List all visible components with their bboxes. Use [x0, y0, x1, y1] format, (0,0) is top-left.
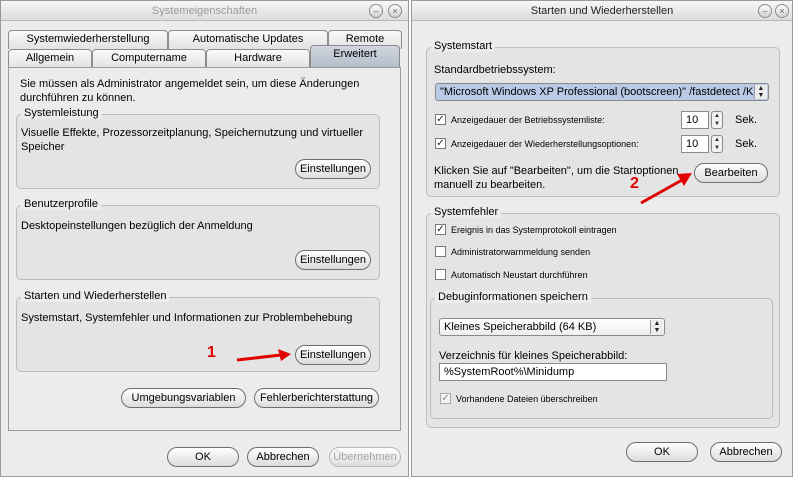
tab-system-restore[interactable]: Systemwiederherstellung [8, 30, 168, 49]
log-event-label: Ereignis in das Systemprotokoll eintrage… [451, 225, 617, 235]
advanced-tab-pane: Sie müssen als Administrator angemeldet … [8, 67, 401, 431]
environment-variables-button[interactable]: Umgebungsvariablen [121, 388, 246, 408]
recovery-unit: Sek. [735, 138, 758, 150]
dump-dir-input[interactable]: %SystemRoot%\Minidump [439, 363, 667, 381]
startup-recovery-legend: Starten und Wiederherstellen [21, 290, 170, 302]
system-failure-legend: Systemfehler [431, 206, 502, 218]
os-list-spinner[interactable]: ▲ ▼ [711, 111, 723, 129]
tab-general[interactable]: Allgemein [8, 49, 92, 68]
performance-settings-button[interactable]: Einstellungen [295, 159, 371, 179]
overwrite-label: Vorhandene Dateien überschreiben [456, 394, 598, 404]
send-alert-label: Administratorwarnmeldung senden [451, 247, 591, 257]
system-properties-window: Systemeigenschaften – × Systemwiederhers… [0, 0, 409, 477]
os-list-unit: Sek. [735, 114, 758, 126]
system-start-group: Systemstart Standardbetriebssystem: "Mic… [426, 40, 780, 197]
dump-dir-label: Verzeichnis für kleines Speicherabbild: [439, 350, 628, 362]
performance-desc-line1: Visuelle Effekte, Prozessorzeitplanung, … [21, 127, 364, 139]
tab-row-front: Allgemein Computername Hardware Erweiter… [8, 45, 402, 68]
ok-button[interactable]: OK [626, 442, 698, 462]
apply-button[interactable]: Übernehmen [329, 447, 401, 467]
user-profiles-settings-button[interactable]: Einstellungen [295, 250, 371, 270]
marker-1: 1 [207, 344, 216, 361]
minimize-icon[interactable]: – [758, 4, 772, 18]
tab-advanced[interactable]: Erweitert [310, 45, 400, 68]
startup-recovery-settings-button[interactable]: Einstellungen [295, 345, 371, 365]
debug-info-group: Debuginformationen speichern Kleines Spe… [430, 291, 773, 419]
system-start-legend: Systemstart [431, 40, 496, 52]
os-list-label: Anzeigedauer der Betriebssystemliste: [451, 115, 605, 125]
user-profiles-group: Benutzerprofile Desktopeinstellungen bez… [16, 198, 380, 280]
admin-note-line1: Sie müssen als Administrator angemeldet … [20, 78, 360, 90]
error-reporting-button[interactable]: Fehlerberichterstattung [254, 388, 379, 408]
recovery-spinner[interactable]: ▲ ▼ [711, 135, 723, 153]
tab-computer-name[interactable]: Computername [92, 49, 206, 68]
close-icon[interactable]: × [388, 4, 402, 18]
chevron-updown-icon: ▲ ▼ [650, 320, 663, 334]
performance-desc-line2: Speicher [21, 141, 65, 153]
startup-recovery-window: Starten und Wiederherstellen – × Systems… [411, 0, 793, 477]
auto-restart-label: Automatisch Neustart durchführen [451, 270, 588, 280]
window-title: Systemeigenschaften [1, 1, 408, 21]
dump-type-select[interactable]: Kleines Speicherabbild (64 KB) ▲ ▼ [439, 318, 665, 336]
startup-recovery-desc: Systemstart, Systemfehler und Informatio… [21, 312, 353, 324]
overwrite-checkbox[interactable]: ✓ [440, 393, 451, 404]
tab-hardware[interactable]: Hardware [206, 49, 310, 68]
dump-type-value: Kleines Speicherabbild (64 KB) [444, 321, 597, 333]
performance-legend: Systemleistung [21, 107, 102, 119]
ok-button[interactable]: OK [167, 447, 239, 467]
edit-button[interactable]: Bearbeiten [694, 163, 768, 183]
recovery-options-checkbox[interactable]: ✓ [435, 138, 446, 149]
recovery-options-label: Anzeigedauer der Wiederherstellungsoptio… [451, 139, 639, 149]
minimize-icon[interactable]: – [369, 4, 383, 18]
debug-info-legend: Debuginformationen speichern [435, 291, 591, 303]
default-os-value: "Microsoft Windows XP Professional (boot… [440, 86, 761, 98]
default-os-select[interactable]: "Microsoft Windows XP Professional (boot… [435, 83, 769, 101]
cancel-button[interactable]: Abbrechen [247, 447, 319, 467]
default-os-label: Standardbetriebssystem: [434, 64, 556, 76]
recovery-seconds-input[interactable]: 10 [681, 135, 709, 153]
chevron-updown-icon: ▲ ▼ [754, 85, 767, 99]
edit-hint-line2: manuell zu bearbeiten. [434, 179, 546, 191]
log-event-checkbox[interactable]: ✓ [435, 224, 446, 235]
red-arrow-icon [236, 349, 291, 362]
red-arrow-icon [640, 173, 692, 205]
close-icon[interactable]: × [775, 4, 789, 18]
user-profiles-desc: Desktopeinstellungen bezüglich der Anmel… [21, 220, 253, 232]
send-alert-checkbox[interactable] [435, 246, 446, 257]
admin-note-line2: durchführen zu können. [20, 92, 136, 104]
cancel-button[interactable]: Abbrechen [710, 442, 782, 462]
performance-group: Systemleistung Visuelle Effekte, Prozess… [16, 107, 380, 189]
user-profiles-legend: Benutzerprofile [21, 198, 101, 210]
os-list-seconds-input[interactable]: 10 [681, 111, 709, 129]
system-failure-group: Systemfehler ✓ Ereignis in das Systempro… [426, 206, 780, 428]
auto-restart-checkbox[interactable] [435, 269, 446, 280]
os-list-checkbox[interactable]: ✓ [435, 114, 446, 125]
tab-automatic-updates[interactable]: Automatische Updates [168, 30, 328, 49]
window-title: Starten und Wiederherstellen [412, 1, 792, 21]
startup-recovery-group: Starten und Wiederherstellen Systemstart… [16, 290, 380, 372]
